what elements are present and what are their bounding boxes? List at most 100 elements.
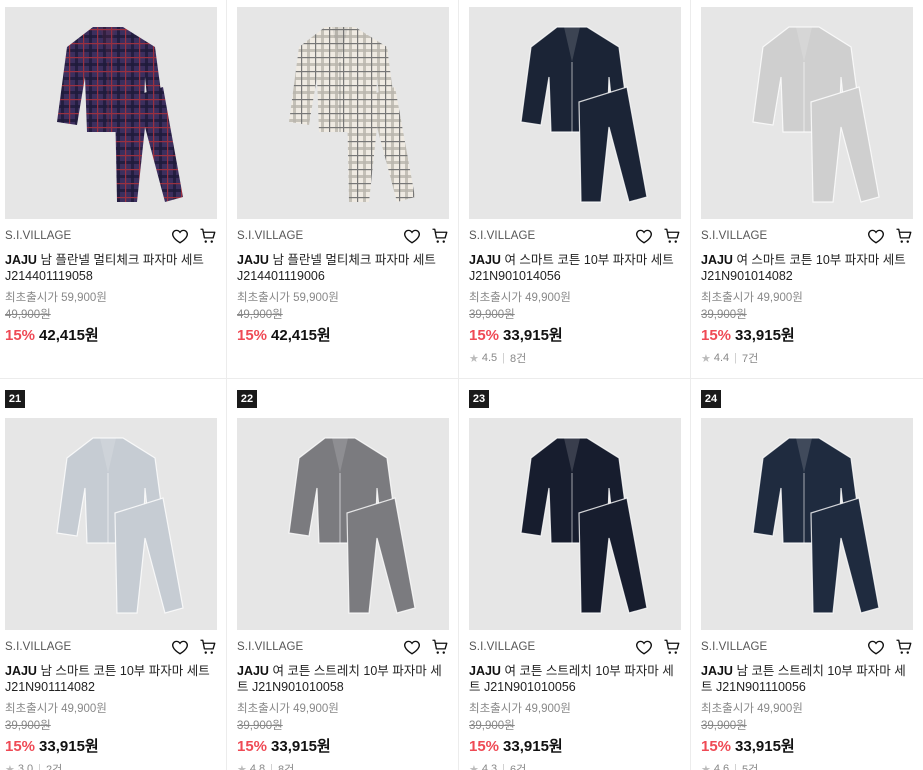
discount-rate: 15%: [469, 327, 500, 344]
cart-icon[interactable]: [431, 227, 449, 245]
sale-price: 33,915원: [503, 738, 563, 755]
rank-badge: 24: [701, 390, 721, 408]
column-divider: [458, 0, 459, 770]
product-image[interactable]: [5, 418, 217, 630]
rank-badge: 21: [5, 390, 25, 408]
product-title[interactable]: JAJU 여 코튼 스트레치 10부 파자마 세트 J21N901010058: [237, 663, 442, 695]
cart-icon[interactable]: [199, 227, 217, 245]
rating-score: 3.0: [17, 763, 34, 770]
heart-icon[interactable]: [403, 227, 421, 245]
rating-separator: |: [38, 763, 42, 770]
product-image[interactable]: [701, 7, 913, 219]
original-price-label: 최초출시가 49,900원: [701, 703, 803, 715]
original-price-label: 최초출시가 49,900원: [701, 292, 803, 304]
column-divider: [226, 0, 227, 770]
original-price-label: 최초출시가 49,900원: [469, 703, 571, 715]
review-count: 7건: [742, 353, 759, 365]
product-title[interactable]: JAJU 남 플란넬 멀티체크 파자마 세트 J214401119058: [5, 252, 210, 284]
brand-name: JAJU: [237, 253, 269, 267]
sale-price: 33,915원: [735, 327, 795, 344]
list-price: 49,900원: [237, 309, 283, 321]
heart-icon[interactable]: [171, 638, 189, 656]
rating: ★ 3.0 | 2건: [5, 761, 217, 770]
rating-score: 4.3: [481, 763, 498, 770]
column-divider: [690, 0, 691, 770]
product-image[interactable]: [469, 418, 681, 630]
rating-separator: |: [734, 763, 738, 770]
review-count: 2건: [46, 764, 63, 770]
heart-icon[interactable]: [635, 227, 653, 245]
product-card[interactable]: S.I.VILLAGE JAJU 남 플란넬 멀티체크 파자마 세트 J2144…: [237, 7, 449, 345]
list-price: 39,900원: [469, 720, 515, 732]
seller-name: S.I.VILLAGE: [701, 641, 768, 653]
discount-rate: 15%: [469, 738, 500, 755]
sale-price-row: 15% 33,915원: [469, 324, 681, 345]
star-icon: ★: [5, 763, 15, 770]
cart-icon[interactable]: [431, 638, 449, 656]
product-image[interactable]: [701, 418, 913, 630]
star-icon: ★: [469, 763, 479, 770]
rating: ★ 4.4 | 7건: [701, 350, 913, 366]
heart-icon[interactable]: [403, 638, 421, 656]
product-card[interactable]: 23 S.I.VILLAGE JAJU 여 코튼 스트레치 10부 파자마 세트…: [469, 390, 681, 770]
discount-rate: 15%: [237, 327, 268, 344]
brand-name: JAJU: [701, 664, 733, 678]
product-image[interactable]: [237, 418, 449, 630]
rating-score: 4.4: [713, 352, 730, 364]
rating-score: 4.6: [713, 763, 730, 770]
seller-name: S.I.VILLAGE: [237, 641, 304, 653]
star-icon: ★: [469, 352, 479, 365]
sale-price: 33,915원: [735, 738, 795, 755]
seller-name: S.I.VILLAGE: [469, 641, 536, 653]
product-title[interactable]: JAJU 남 스마트 코튼 10부 파자마 세트 J21N901114082: [5, 663, 210, 695]
product-card[interactable]: S.I.VILLAGE JAJU 여 스마트 코튼 10부 파자마 세트 J21…: [701, 7, 913, 366]
sale-price-row: 15% 33,915원: [237, 735, 449, 756]
product-image[interactable]: [469, 7, 681, 219]
product-card[interactable]: S.I.VILLAGE JAJU 여 스마트 코튼 10부 파자마 세트 J21…: [469, 7, 681, 366]
sale-price-row: 15% 33,915원: [701, 735, 913, 756]
product-card[interactable]: S.I.VILLAGE JAJU 남 플란넬 멀티체크 파자마 세트 J2144…: [5, 7, 217, 345]
rating: ★ 4.8 | 8건: [237, 761, 449, 770]
cart-icon[interactable]: [895, 638, 913, 656]
review-count: 8건: [510, 353, 527, 365]
heart-icon[interactable]: [171, 227, 189, 245]
cart-icon[interactable]: [199, 638, 217, 656]
sale-price-row: 15% 42,415원: [237, 324, 449, 345]
cart-icon[interactable]: [663, 638, 681, 656]
cart-icon[interactable]: [895, 227, 913, 245]
product-title[interactable]: JAJU 남 코튼 스트레치 10부 파자마 세트 J21N901110056: [701, 663, 906, 695]
product-card[interactable]: 24 S.I.VILLAGE JAJU 남 코튼 스트레치 10부 파자마 세트…: [701, 390, 913, 770]
star-icon: ★: [237, 763, 247, 770]
product-title[interactable]: JAJU 여 스마트 코튼 10부 파자마 세트 J21N901014056: [469, 252, 674, 284]
list-price: 39,900원: [5, 720, 51, 732]
list-price: 49,900원: [5, 309, 51, 321]
heart-icon[interactable]: [635, 638, 653, 656]
sale-price: 33,915원: [39, 738, 99, 755]
product-card[interactable]: 21 S.I.VILLAGE JAJU 남 스마트 코튼 10부 파자마 세트 …: [5, 390, 217, 770]
discount-rate: 15%: [5, 327, 36, 344]
rating: ★ 4.6 | 5건: [701, 761, 913, 770]
rating-score: 4.8: [249, 763, 266, 770]
brand-name: JAJU: [469, 664, 501, 678]
list-price: 39,900원: [469, 309, 515, 321]
product-title[interactable]: JAJU 남 플란넬 멀티체크 파자마 세트 J214401119006: [237, 252, 442, 284]
product-title[interactable]: JAJU 여 코튼 스트레치 10부 파자마 세트 J21N901010056: [469, 663, 674, 695]
heart-icon[interactable]: [867, 227, 885, 245]
rating-separator: |: [734, 352, 738, 364]
seller-name: S.I.VILLAGE: [469, 230, 536, 242]
list-price: 39,900원: [701, 720, 747, 732]
product-title[interactable]: JAJU 여 스마트 코튼 10부 파자마 세트 J21N901014082: [701, 252, 906, 284]
product-image[interactable]: [237, 7, 449, 219]
seller-name: S.I.VILLAGE: [5, 641, 72, 653]
list-price: 39,900원: [701, 309, 747, 321]
rating-score: 4.5: [481, 352, 498, 364]
cart-icon[interactable]: [663, 227, 681, 245]
rating: ★ 4.3 | 6건: [469, 761, 681, 770]
product-card[interactable]: 22 S.I.VILLAGE JAJU 여 코튼 스트레치 10부 파자마 세트…: [237, 390, 449, 770]
brand-name: JAJU: [237, 664, 269, 678]
list-price: 39,900원: [237, 720, 283, 732]
sale-price: 33,915원: [271, 738, 331, 755]
sale-price: 33,915원: [503, 327, 563, 344]
product-image[interactable]: [5, 7, 217, 219]
heart-icon[interactable]: [867, 638, 885, 656]
